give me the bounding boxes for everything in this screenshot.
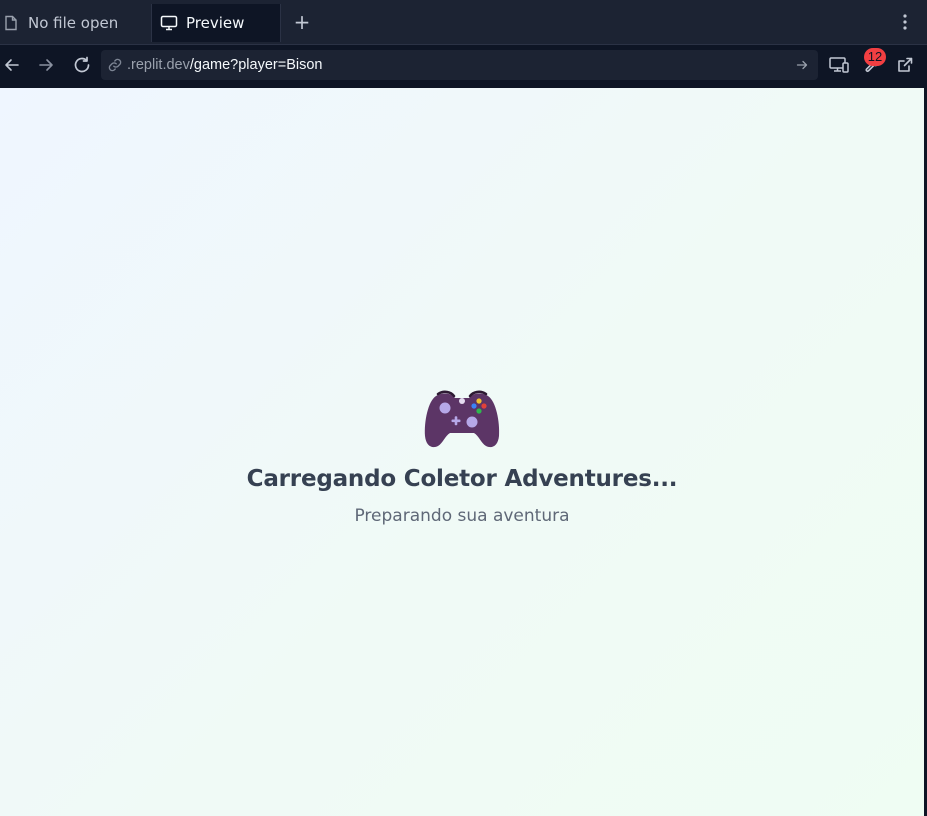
monitor-icon (160, 14, 178, 32)
address-bar-row: .replit.dev/game?player=Bison (0, 45, 927, 88)
reload-icon[interactable] (70, 53, 94, 77)
tab-bar: No file open Preview + (0, 0, 927, 45)
game-controller-icon (424, 390, 500, 448)
loading-title: Carregando Coletor Adventures... (246, 466, 678, 492)
link-icon (107, 57, 123, 73)
more-options-icon[interactable] (895, 10, 915, 34)
tab-label: No file open (28, 14, 119, 32)
new-tab-button[interactable]: + (290, 10, 314, 34)
replit-preview-window: No file open Preview + .replit.dev /game… (0, 0, 927, 816)
tab-preview[interactable]: Preview (151, 4, 281, 42)
file-icon (2, 14, 20, 32)
url-path: /game?player=Bison (189, 57, 323, 73)
preview-viewport: Carregando Coletor Adventures... Prepara… (0, 88, 924, 816)
loading-subtitle: Preparando sua aventura (354, 506, 570, 526)
open-external-icon[interactable] (893, 53, 917, 77)
url-host: .replit.dev (127, 57, 190, 73)
devtools-error-badge: 12 (864, 48, 886, 66)
loading-screen: Carregando Coletor Adventures... Prepara… (0, 388, 924, 526)
forward-arrow-icon[interactable] (34, 53, 58, 77)
device-preview-icon[interactable] (827, 53, 851, 77)
go-arrow-icon[interactable] (794, 57, 810, 73)
back-arrow-icon[interactable] (0, 53, 24, 77)
tab-label: Preview (186, 14, 245, 32)
url-field[interactable]: .replit.dev/game?player=Bison (101, 50, 818, 80)
tab-no-file-open[interactable]: No file open (0, 4, 150, 42)
